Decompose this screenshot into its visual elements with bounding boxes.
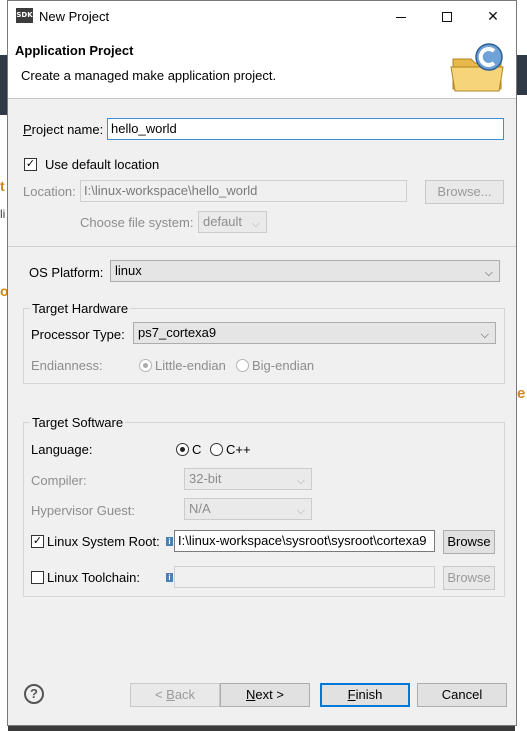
minimize-button[interactable] [378,1,424,31]
location-browse-button[interactable]: Browse... [425,180,504,204]
chevron-down-icon: ⌵ [480,329,489,341]
chevron-down-icon: ⌵ [251,218,260,230]
language-c-radio[interactable] [176,443,189,456]
cancel-button[interactable]: Cancel [417,683,507,707]
target-software-title: Target Software [30,415,126,430]
little-endian-radio[interactable] [139,359,152,372]
linux-system-root-browse-button[interactable]: Browse [443,530,495,554]
wizard-page-title: Application Project [15,43,134,58]
close-button[interactable]: ✕ [470,1,516,31]
window-title: New Project [39,9,110,24]
info-icon: i [166,573,173,582]
back-button[interactable]: < Back [130,683,220,707]
linux-system-root-checkbox[interactable]: ✓ [31,535,44,548]
linux-system-root-label: Linux System Root: [47,534,160,549]
language-cpp-label: C++ [226,442,251,457]
endianness-label: Endianness: [31,358,103,373]
location-input[interactable]: I:\linux-workspace\hello_world [80,180,407,202]
processor-type-value: ps7_cortexa9 [138,325,217,340]
processor-type-combo[interactable]: ps7_cortexa9 ⌵ [133,322,496,344]
little-endian-label: Little-endian [155,358,226,373]
target-hardware-title: Target Hardware [30,301,131,316]
maximize-icon [442,12,452,23]
use-default-location-label: Use default location [45,157,160,172]
project-name-label: Project name: [23,122,104,137]
info-icon: i [166,537,173,546]
background-text: t [0,178,5,194]
sdk-app-icon: SDK [16,8,33,23]
language-c-label: C [192,442,202,457]
chevron-down-icon: ⌵ [296,475,305,487]
os-platform-combo[interactable]: linux ⌵ [110,260,500,282]
hypervisor-guest-combo[interactable]: N/A ⌵ [184,498,312,520]
os-platform-value: linux [115,263,142,278]
file-system-value: default [203,214,243,229]
linux-toolchain-input[interactable] [174,566,435,588]
big-endian-label: Big-endian [252,358,315,373]
chevron-down-icon: ⌵ [296,505,305,517]
file-system-label: Choose file system: [80,215,194,230]
wizard-banner: Application Project Create a managed mak… [8,31,516,99]
c-project-folder-icon [450,43,504,92]
separator [8,246,516,247]
wizard-page-description: Create a managed make application projec… [21,68,277,83]
title-bar: SDK New Project ✕ [8,1,516,31]
background-text: li [0,207,6,221]
close-icon: ✕ [487,8,499,24]
processor-type-label: Processor Type: [31,327,125,342]
os-platform-label: OS Platform: [29,265,104,280]
language-label: Language: [31,442,93,457]
compiler-combo[interactable]: 32-bit ⌵ [184,468,312,490]
language-cpp-radio[interactable] [210,443,223,456]
new-project-dialog: SDK New Project ✕ Application Project Cr… [7,0,517,726]
maximize-button[interactable] [424,1,470,31]
linux-toolchain-label: Linux Toolchain: [47,570,140,585]
next-button[interactable]: Next > [220,683,310,707]
linux-system-root-input[interactable]: I:\linux-workspace\sysroot\sysroot\corte… [174,530,435,552]
compiler-value: 32-bit [189,471,222,486]
linux-toolchain-browse-button[interactable]: Browse [443,566,495,590]
minimize-icon [396,16,406,18]
linux-toolchain-checkbox[interactable] [31,571,44,584]
hypervisor-guest-label: Hypervisor Guest: [31,503,136,518]
use-default-location-checkbox[interactable]: ✓ [24,158,37,171]
file-system-combo[interactable]: default ⌵ [198,211,267,233]
big-endian-radio[interactable] [236,359,249,372]
hypervisor-guest-value: N/A [189,501,211,516]
background-text: e [517,385,526,402]
help-icon[interactable]: ? [24,684,44,704]
project-name-input[interactable]: hello_world [107,118,504,140]
finish-button[interactable]: Finish [320,683,410,707]
chevron-down-icon: ⌵ [484,267,493,279]
location-label: Location: [23,184,76,199]
compiler-label: Compiler: [31,473,87,488]
